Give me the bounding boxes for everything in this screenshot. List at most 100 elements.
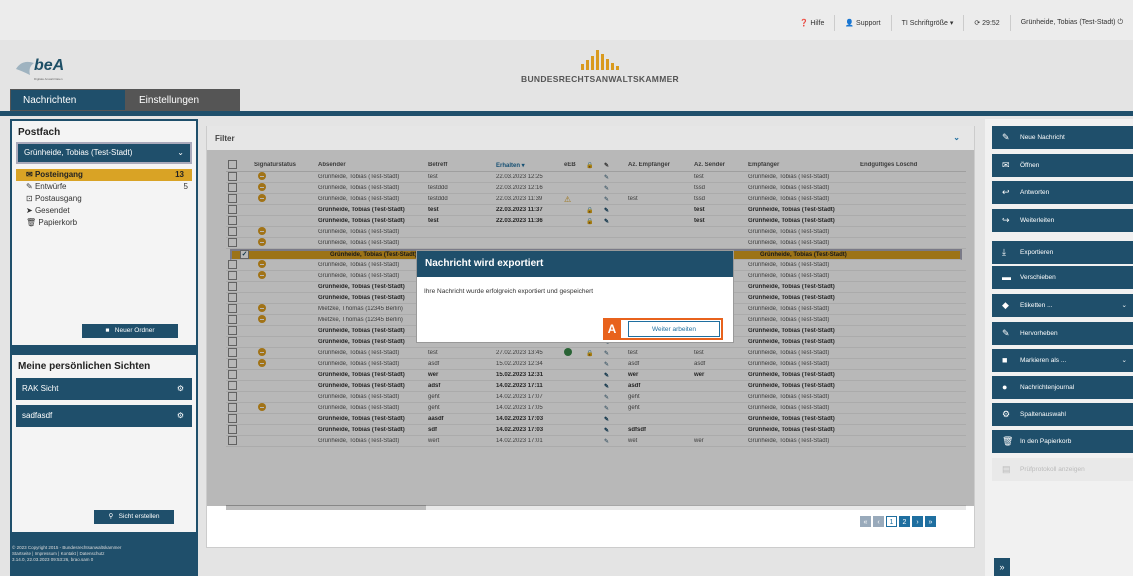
page-1-button[interactable]: 1 — [886, 516, 897, 527]
action-nachrichtenjournal[interactable]: ● Nachrichtenjournal — [992, 376, 1133, 399]
action-icon: ● — [1002, 382, 1008, 392]
sicht-label: sadfasdf — [22, 411, 53, 420]
action-label: Weiterleiten — [1020, 217, 1055, 224]
action-icon: ⤓ — [1002, 247, 1006, 257]
dialog-title: Nachricht wird exportiert — [417, 251, 733, 277]
tab-einstellungen[interactable]: Einstellungen — [126, 89, 240, 111]
folder-label: Entwürfe — [34, 182, 67, 191]
help-label: Hilfe — [810, 20, 825, 27]
font-size-menu[interactable]: TI Schriftgröße ▾ — [902, 19, 954, 27]
action-icon: ▬ — [1002, 272, 1011, 282]
filter-label: Filter — [215, 134, 235, 143]
postfach-selected: Grünheide, Tobias (Test-Stadt) — [24, 148, 133, 157]
chevron-down-icon: ⌄ — [1121, 302, 1127, 309]
sicht-label: RAK Sicht — [22, 384, 59, 393]
continue-button[interactable]: Weiter arbeiten — [628, 321, 720, 337]
next-page-button[interactable]: › — [912, 516, 923, 527]
brak-title: BUNDESRECHTSANWALTSKAMMER — [521, 74, 679, 84]
bea-logo: beA Digitale Anwalt Daten — [14, 55, 84, 89]
action-etiketten[interactable]: ◆ Etiketten ... ⌄ — [992, 294, 1133, 317]
tab-nachrichten[interactable]: Nachrichten — [10, 89, 126, 111]
footer: © 2023 Copyright 2015 - Bundesrechtsanwa… — [12, 545, 196, 563]
chevron-down-icon: ⌄ — [177, 148, 184, 157]
page-2-button[interactable]: 2 — [899, 516, 910, 527]
filter-icon: ⚲ — [108, 513, 114, 520]
marker-label: A — [603, 318, 621, 340]
action-label: Hervorheben — [1020, 330, 1058, 337]
action-label: Öffnen — [1020, 162, 1040, 169]
action-label: Antworten — [1020, 189, 1050, 196]
help-link[interactable]: ❓ Hilfe — [800, 19, 825, 27]
action-spaltenauswahl[interactable]: ⚙ Spaltenauswahl — [992, 403, 1133, 426]
logo-subtitle: Digitale Anwalt Daten — [34, 77, 63, 81]
action-icon: ↪ — [1002, 215, 1010, 225]
action-icon: ■ — [1002, 355, 1008, 365]
folder-postausgang[interactable]: ⊡ Postausgang — [12, 193, 196, 205]
top-bar: ❓ Hilfe 👤 Support TI Schriftgröße ▾ ⟳ 29… — [0, 0, 1133, 40]
folder-entwuerfe[interactable]: ✎ Entwürfe 5 — [12, 181, 196, 193]
create-view-button[interactable]: ⚲ Sicht erstellen — [94, 510, 174, 524]
action-öffnen[interactable]: ✉ Öffnen — [992, 154, 1133, 177]
session-timer[interactable]: ⟳ 29:52 — [974, 19, 999, 27]
divider — [963, 15, 965, 31]
divider — [890, 15, 892, 31]
divider — [834, 15, 836, 31]
expand-panel-button[interactable]: » — [994, 558, 1010, 576]
power-icon[interactable]: ⏻ — [1117, 19, 1123, 26]
action-label: Prüfprotokoll anzeigen — [1020, 466, 1085, 473]
folder-count: 5 — [183, 182, 188, 191]
action-label: Nachrichtenjournal — [1020, 384, 1075, 391]
export-dialog: Nachricht wird exportiert Ihre Nachricht… — [416, 250, 734, 343]
new-folder-button[interactable]: ■ Neuer Ordner — [82, 324, 178, 338]
sichten-title: Meine persönlichen Sichten — [18, 361, 151, 372]
trash-icon: 🗑 — [26, 218, 37, 227]
version-info: 3.14.0, 22.03.2023 09:53:26, brao.sam 0 — [12, 557, 94, 562]
folder-count: 13 — [175, 170, 184, 179]
action-hervorheben[interactable]: ✎ Hervorheben — [992, 322, 1133, 345]
action-icon: ✉ — [1002, 160, 1010, 170]
filter-bar[interactable]: Filter ⌄ — [207, 126, 974, 150]
action-label: Exportieren — [1020, 249, 1054, 256]
outbox-icon: ⊡ — [26, 194, 33, 203]
first-page-button[interactable]: « — [860, 516, 871, 527]
action-icon: ✎ — [1002, 328, 1010, 338]
action-antworten[interactable]: ↩ Antworten — [992, 181, 1133, 204]
folder-papierkorb[interactable]: 🗑 Papierkorb — [12, 217, 196, 229]
action-in-den-papierkorb[interactable]: 🗑 In den Papierkorb — [992, 430, 1133, 453]
folder-gesendet[interactable]: ➤ Gesendet — [12, 205, 196, 217]
font-size-label: Schriftgröße — [909, 20, 948, 27]
folder-icon: ■ — [105, 327, 110, 334]
folder-label: Posteingang — [34, 170, 83, 179]
folder-label: Gesendet — [34, 206, 70, 215]
sichten-panel: Meine persönlichen Sichten RAK Sicht ⚙ sa… — [12, 355, 196, 532]
action-weiterleiten[interactable]: ↪ Weiterleiten — [992, 209, 1133, 232]
action-verschieben[interactable]: ▬ Verschieben — [992, 266, 1133, 289]
user-label: Grünheide, Tobias (Test-Stadt) — [1020, 19, 1116, 26]
sicht-item[interactable]: RAK Sicht ⚙ — [16, 378, 192, 400]
action-label: Etiketten ... — [1020, 302, 1053, 309]
folder-posteingang[interactable]: ✉ Posteingang 13 — [16, 169, 192, 181]
postfach-select[interactable]: Grünheide, Tobias (Test-Stadt) ⌄ — [16, 142, 192, 164]
sicht-item[interactable]: sadfasdf ⚙ — [16, 405, 192, 427]
action-neue-nachricht[interactable]: ✎ Neue Nachricht — [992, 126, 1133, 149]
action-label: In den Papierkorb — [1020, 438, 1072, 445]
postfach-title: Postfach — [18, 127, 61, 138]
gear-icon[interactable]: ⚙ — [177, 405, 184, 427]
action-icon: ◆ — [1002, 300, 1009, 310]
folder-label: Papierkorb — [38, 218, 78, 227]
chevron-down-icon: ⌄ — [1121, 357, 1127, 364]
action-exportieren[interactable]: ⤓ Exportieren — [992, 241, 1133, 264]
action-markieren-als[interactable]: ■ Markieren als ... ⌄ — [992, 349, 1133, 372]
user-menu[interactable]: Grünheide, Tobias (Test-Stadt) ⏻ — [1021, 19, 1123, 27]
gear-icon[interactable]: ⚙ — [177, 378, 184, 400]
action-icon: ✎ — [1002, 132, 1010, 142]
prev-page-button[interactable]: ‹ — [873, 516, 884, 527]
nav-divider — [0, 111, 1133, 116]
pagination: « ‹ 1 2 › » — [860, 516, 936, 527]
create-view-label: Sicht erstellen — [118, 513, 160, 520]
folder-label: Postausgang — [34, 194, 82, 203]
last-page-button[interactable]: » — [925, 516, 936, 527]
support-link[interactable]: 👤 Support — [845, 19, 880, 27]
chevron-down-icon[interactable]: ⌄ — [953, 133, 960, 142]
new-folder-label: Neuer Ordner — [114, 327, 155, 334]
